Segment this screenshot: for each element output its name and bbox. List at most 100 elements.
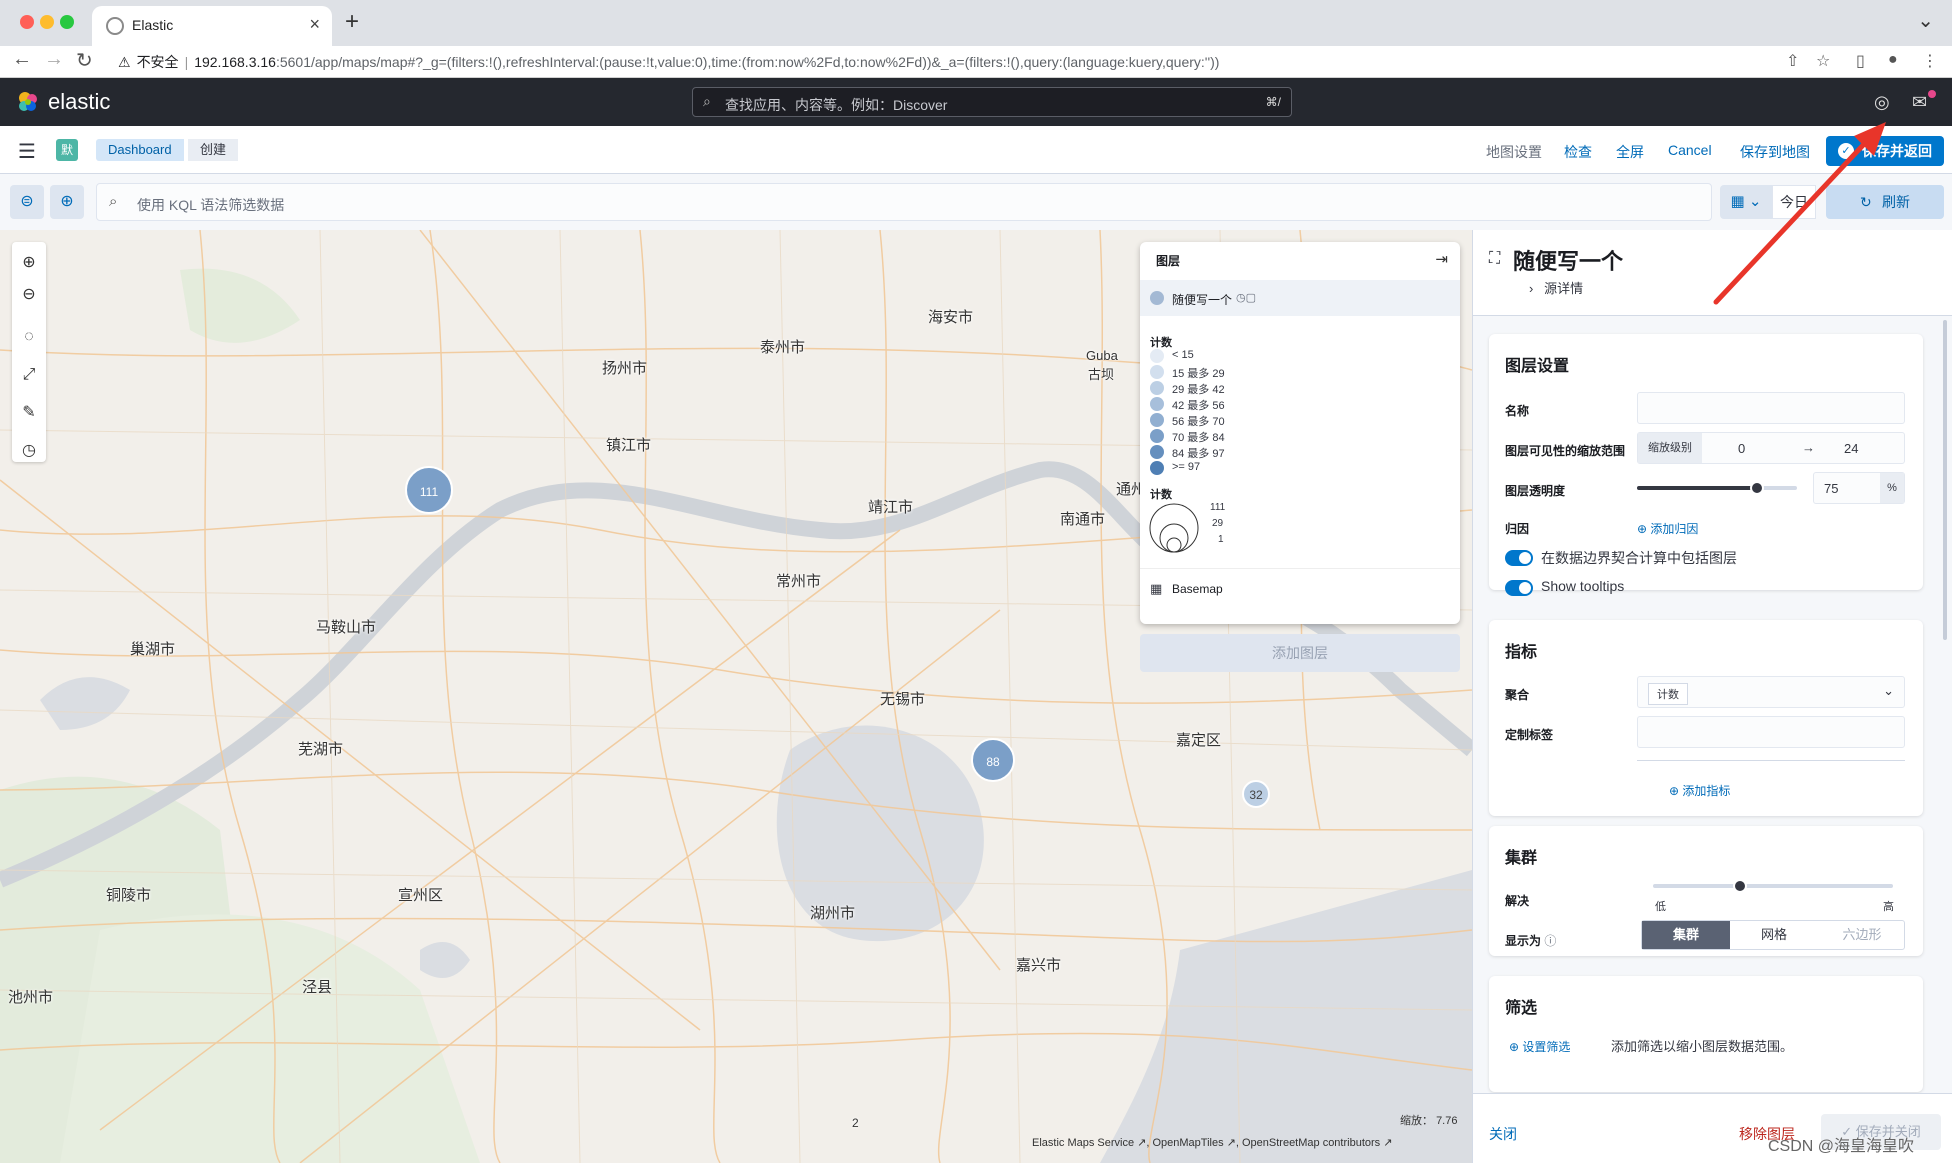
display-clusters-option[interactable]: 集群 xyxy=(1642,921,1730,949)
legend-range-label: 15 最多 29 xyxy=(1172,368,1225,380)
new-tab-icon[interactable]: + xyxy=(345,8,359,36)
url-host: 192.168.3.16 xyxy=(194,54,276,70)
cluster-marker[interactable]: 111 xyxy=(405,466,453,514)
set-filter-link[interactable]: ⊕ 设置筛选 xyxy=(1509,1038,1570,1055)
measure-icon[interactable]: ⤢ xyxy=(12,360,46,390)
basemap-layer-row[interactable]: ▦ Basemap xyxy=(1140,568,1460,610)
zoom-range-label: 图层可见性的缩放范围 xyxy=(1505,444,1626,458)
zoom-range-input[interactable]: 缩放级别 0 → 24 xyxy=(1637,432,1905,464)
source-details-toggle[interactable]: › 源详情 xyxy=(1529,278,1583,297)
collapse-panel-icon[interactable]: ⇥ xyxy=(1435,250,1448,268)
browser-tab-bar: Elastic × + ⌄ xyxy=(0,0,1952,46)
cancel-link[interactable]: Cancel xyxy=(1668,142,1712,158)
breadcrumb-dashboard[interactable]: Dashboard xyxy=(96,139,184,161)
news-feed-icon[interactable]: ✉ xyxy=(1912,92,1927,113)
close-tab-icon[interactable]: × xyxy=(309,14,320,35)
name-label: 名称 xyxy=(1505,404,1530,418)
save-and-return-button[interactable]: ✓ 保存并返回 xyxy=(1826,136,1944,166)
size-value: 29 xyxy=(1212,518,1224,529)
add-metric-link[interactable]: ⊕ 添加指标 xyxy=(1669,782,1730,799)
add-attribution-link[interactable]: ⊕ 添加归因 xyxy=(1637,520,1698,537)
draw-filter-icon[interactable]: ✎ xyxy=(12,398,46,428)
bookmark-star-icon[interactable]: ☆ xyxy=(1816,51,1830,71)
aggregation-select[interactable]: 计数 ⌄ xyxy=(1637,676,1905,708)
zoom-in-icon[interactable]: ⊕ xyxy=(12,248,46,278)
panel-scrollbar[interactable] xyxy=(1943,320,1947,640)
metrics-card: 指标 聚合 计数 ⌄ 定制标签 ⊕ 添加指标 xyxy=(1489,620,1923,816)
zoom-min-value[interactable]: 0 xyxy=(1738,441,1745,456)
opacity-input[interactable]: 75 % xyxy=(1813,472,1905,504)
elastic-logo-icon[interactable] xyxy=(16,90,40,114)
close-button[interactable]: 关闭 xyxy=(1489,1124,1517,1144)
refresh-button[interactable]: ↻ 刷新 xyxy=(1826,185,1944,219)
help-icon[interactable]: ◎ xyxy=(1874,92,1890,113)
global-search-input[interactable]: ⌕ 查找应用、内容等。例如：Discover ⌘/ xyxy=(692,87,1292,117)
back-arrow-icon[interactable]: ← xyxy=(12,48,32,71)
opacity-slider-thumb[interactable] xyxy=(1750,481,1764,495)
tab-list-chevron-icon[interactable]: ⌄ xyxy=(1917,8,1934,33)
inspect-link[interactable]: 检查 xyxy=(1564,142,1592,162)
zoom-max-value[interactable]: 24 xyxy=(1844,441,1858,456)
resolution-slider[interactable] xyxy=(1653,879,1893,893)
legend-swatch xyxy=(1150,429,1164,443)
opacity-slider[interactable] xyxy=(1637,481,1797,495)
maximize-window-button[interactable] xyxy=(60,15,74,29)
opacity-value: 75 xyxy=(1824,481,1839,496)
fit-to-data-icon[interactable]: ◌ xyxy=(12,322,46,352)
sidebar-icon[interactable]: ▯ xyxy=(1856,51,1865,71)
date-picker-button[interactable]: ▦ ⌄ xyxy=(1720,185,1772,219)
profile-icon[interactable]: ● xyxy=(1888,51,1898,69)
legend-swatch xyxy=(1150,381,1164,395)
address-bar: ← → ↻ ⚠ 不安全 | 192.168.3.16:5601/app/maps/ma… xyxy=(0,46,1952,78)
share-icon[interactable]: ⇧ xyxy=(1786,51,1799,71)
cluster-layer-icon: ⛶ xyxy=(1489,250,1501,267)
layer-editor-panel: ⛶ 随便写一个 › 源详情 图层设置 名称 图层可见性的缩放范围 缩放级别 0 … xyxy=(1472,230,1952,1163)
layer-name-input[interactable] xyxy=(1637,392,1905,424)
space-avatar[interactable]: 默 xyxy=(56,139,78,161)
show-tooltips-toggle[interactable] xyxy=(1505,580,1533,596)
url-path: :5601/app/maps/map#?_g=(filters:!(),refr… xyxy=(275,54,1220,70)
zoom-out-icon[interactable]: ⊖ xyxy=(12,280,46,310)
filter-options-button[interactable]: ⊜ xyxy=(10,185,44,219)
fullscreen-link[interactable]: 全屏 xyxy=(1616,142,1644,162)
brand-name: elastic xyxy=(48,89,111,114)
city-label: 铜陵市 xyxy=(106,887,152,904)
more-menu-icon[interactable]: ⋮ xyxy=(1922,51,1938,71)
map-attribution[interactable]: Elastic Maps Service ↗, OpenMapTiles ↗, … xyxy=(1032,1136,1392,1149)
reload-icon[interactable]: ↻ xyxy=(76,48,93,73)
notification-dot xyxy=(1928,90,1936,98)
timeslider-icon[interactable]: ◷ xyxy=(12,436,46,466)
city-label: 常州市 xyxy=(776,573,822,590)
city-label: 无锡市 xyxy=(880,691,926,708)
city-label: 池州市 xyxy=(8,989,54,1006)
resolution-slider-thumb[interactable] xyxy=(1733,879,1747,893)
cluster-marker[interactable]: 88 xyxy=(971,738,1015,782)
cluster-marker[interactable]: 32 xyxy=(1242,780,1270,808)
display-hexagon-option[interactable]: 六边形 xyxy=(1818,921,1906,949)
browser-tab[interactable]: Elastic × xyxy=(92,6,332,46)
date-range-display[interactable]: 今日 xyxy=(1772,185,1816,219)
minimize-window-button[interactable] xyxy=(40,15,54,29)
add-layer-button[interactable]: 添加图层 xyxy=(1140,634,1460,672)
legend-range-label: < 15 xyxy=(1172,349,1194,361)
url-field[interactable]: ⚠ 不安全 | 192.168.3.16:5601/app/maps/map#?_g=… xyxy=(118,52,1219,72)
add-filter-button[interactable]: ⊕ xyxy=(50,185,84,219)
city-label: Guba xyxy=(1086,348,1118,363)
layer-name: 随便写一个 xyxy=(1172,293,1233,307)
include-in-fit-toggle[interactable] xyxy=(1505,550,1533,566)
city-label: 扬州市 xyxy=(602,360,648,377)
layer-row[interactable]: 随便写一个 ◷▢ xyxy=(1140,280,1460,316)
city-label: 古坝 xyxy=(1088,367,1115,382)
forward-arrow-icon[interactable]: → xyxy=(44,48,64,71)
save-to-map-link[interactable]: 保存到地图 xyxy=(1740,142,1810,162)
close-window-button[interactable] xyxy=(20,15,34,29)
filter-card: 筛选 ⊕ 设置筛选 添加筛选以缩小图层数据范围。 xyxy=(1489,976,1923,1092)
map-settings-link[interactable]: 地图设置 xyxy=(1486,142,1542,162)
city-label: 巢湖市 xyxy=(130,641,176,658)
kql-search-input[interactable]: ⌕ 使用 KQL 语法筛选数据 xyxy=(96,183,1712,221)
custom-label-input[interactable] xyxy=(1637,716,1905,748)
city-label: 镇江市 xyxy=(606,437,652,454)
breadcrumb-create: 创建 xyxy=(188,139,239,161)
display-grid-option[interactable]: 网格 xyxy=(1730,921,1818,949)
hamburger-menu-icon[interactable]: ☰ xyxy=(18,139,36,164)
